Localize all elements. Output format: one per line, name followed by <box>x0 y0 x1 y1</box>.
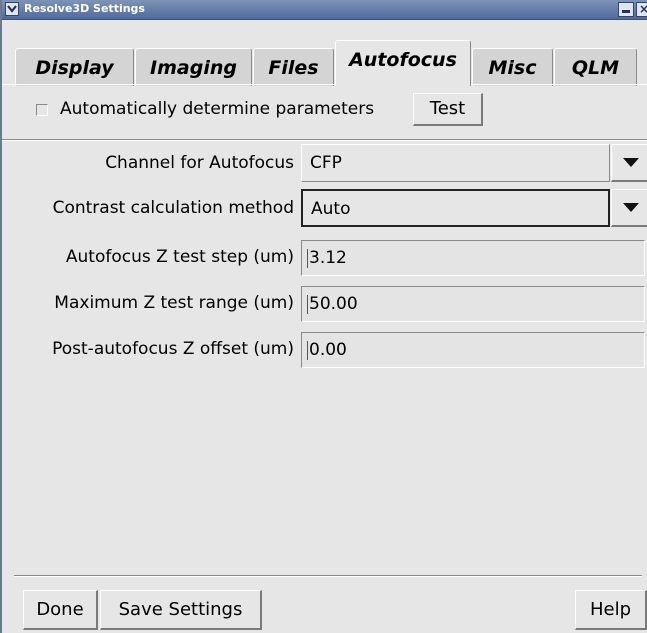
auto-params-row: Automatically determine parameters Test <box>2 92 647 128</box>
channel-label: Channel for Autofocus <box>105 153 294 173</box>
auto-params-label[interactable]: Automatically determine parameters <box>60 99 374 119</box>
tab-imaging[interactable]: Imaging <box>135 48 252 86</box>
window-title: Resolve3D Settings <box>24 2 145 15</box>
z-range-field[interactable]: 50.00 <box>301 286 645 322</box>
tab-autofocus[interactable]: Autofocus <box>335 40 471 86</box>
z-step-value: 3.12 <box>309 248 347 268</box>
tab-files[interactable]: Files <box>253 48 334 86</box>
z-range-row: Maximum Z test range (um) 50.00 <box>2 284 647 324</box>
tab-baseline <box>2 84 647 85</box>
channel-value: CFP <box>310 153 342 173</box>
contrast-row: Contrast calculation method Auto <box>2 189 647 229</box>
close-icon[interactable]: × <box>636 2 647 17</box>
done-button[interactable]: Done <box>23 590 98 630</box>
auto-params-checkbox[interactable] <box>36 104 48 116</box>
contrast-value: Auto <box>311 199 351 219</box>
test-button[interactable]: Test <box>413 93 483 126</box>
tab-bar: Display Imaging Files Autofocus Misc QLM <box>2 38 647 86</box>
title-bar[interactable]: Resolve3D Settings × <box>2 0 647 20</box>
z-step-field[interactable]: 3.12 <box>301 240 645 276</box>
window-menu-icon[interactable] <box>5 2 19 16</box>
contrast-dropdown-button[interactable] <box>611 189 647 227</box>
tab-misc[interactable]: Misc <box>472 48 553 86</box>
settings-window: Resolve3D Settings × Display Imaging Fil… <box>0 0 647 633</box>
contrast-label: Contrast calculation method <box>52 198 294 218</box>
channel-dropdown-button[interactable] <box>611 144 647 182</box>
z-step-row: Autofocus Z test step (um) 3.12 <box>2 238 647 278</box>
channel-row: Channel for Autofocus CFP <box>2 144 647 184</box>
z-range-value: 50.00 <box>309 294 358 314</box>
help-button[interactable]: Help <box>575 590 647 630</box>
divider <box>2 139 647 141</box>
save-settings-button[interactable]: Save Settings <box>100 590 262 630</box>
triangle-down-icon <box>623 158 639 167</box>
contrast-dropdown[interactable]: Auto <box>301 189 610 227</box>
z-range-label: Maximum Z test range (um) <box>54 293 294 313</box>
z-step-label: Autofocus Z test step (um) <box>65 247 294 267</box>
z-offset-label: Post-autofocus Z offset (um) <box>52 339 294 359</box>
tab-qlm[interactable]: QLM <box>554 48 637 86</box>
z-offset-row: Post-autofocus Z offset (um) 0.00 <box>2 330 647 370</box>
z-offset-field[interactable]: 0.00 <box>301 332 645 368</box>
tab-display[interactable]: Display <box>15 48 134 86</box>
triangle-down-icon <box>623 203 639 212</box>
text-caret <box>307 295 308 314</box>
footer-divider <box>14 575 642 577</box>
minimize-icon[interactable] <box>618 2 634 17</box>
channel-dropdown[interactable]: CFP <box>301 144 610 182</box>
text-caret <box>307 249 308 268</box>
z-offset-value: 0.00 <box>309 340 347 360</box>
text-caret <box>307 341 308 360</box>
